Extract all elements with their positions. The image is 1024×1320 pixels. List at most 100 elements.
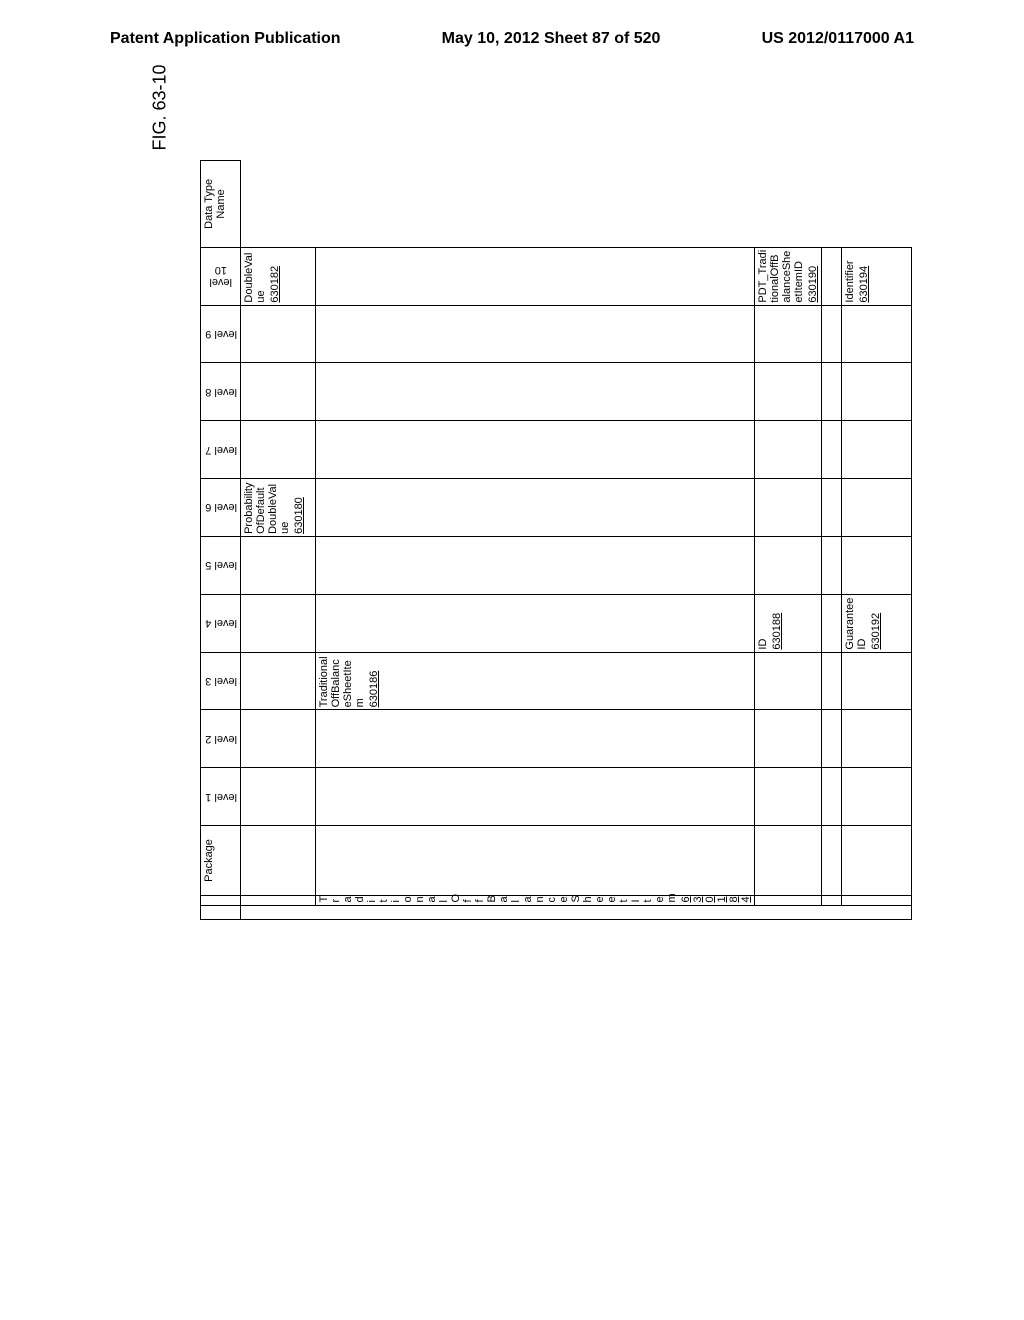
cell-l9 [316,363,755,421]
table-row [822,161,842,920]
cell-ref: 630184 [680,898,752,903]
table-row: ID 630188 PDT_TraditionalOffBalanceSheet… [755,161,822,920]
cell-l8 [842,421,912,479]
cell-l1 [241,826,316,896]
col-level2: level 2 [201,710,241,768]
cell-l6 [316,536,755,594]
cell-l9 [755,363,822,421]
cell-l2 [755,768,822,826]
cell-l3 [755,710,822,768]
cell-l3 [241,710,316,768]
col-package: Package [201,826,241,896]
cell-ref: 630188 [771,597,783,650]
cell-l10 [755,305,822,363]
cell-datatype: PDT_TraditionalOffBalanceSheetItemID 630… [755,247,822,305]
table-header-row: Package level 1 level 2 level 3 level 4 … [201,161,241,920]
cell-l3 [842,710,912,768]
pkg-pad-header [201,895,241,905]
cell-package [842,895,912,905]
col-level10: level 10 [201,247,241,305]
cell-l2 [822,768,842,826]
cell-l10 [316,305,755,363]
rotated-container: Package level 1 level 2 level 3 level 4 … [200,160,770,920]
col-level1: level 1 [201,768,241,826]
cell-l8 [755,421,822,479]
cell-text: GuaranteeID [844,598,868,650]
cell-l10 [822,305,842,363]
cell-ref: 630182 [269,250,281,303]
cell-package [755,895,822,905]
figure-label: FIG. 63-10 [150,64,171,150]
cell-l7 [842,479,912,537]
cell-ref: 630192 [870,597,882,650]
cell-l8 [316,421,755,479]
cell-package [241,895,316,905]
cell-ref: 630190 [807,250,819,303]
cell-l8 [241,421,316,479]
cell-l9 [241,363,316,421]
cell-l6 [822,536,842,594]
col-level9: level 9 [201,305,241,363]
cell-l5 [822,594,842,652]
cell-text: ID [757,639,769,650]
cell-text: Identifier [844,260,856,302]
pkg-pad-cell [241,905,912,919]
cell-l5 [316,594,755,652]
table-row: GuaranteeID 630192 Identifier 630194 [842,161,912,920]
cell-l9 [822,363,842,421]
cell-l4: TraditionalOffBalanceSheetItem 630186 [316,652,755,710]
cell-l1 [842,826,912,896]
cell-datatype [822,247,842,305]
col-datatype: Data Type Name [201,161,241,248]
cell-l4 [755,652,822,710]
cell-l5: GuaranteeID 630192 [842,594,912,652]
header-left: Patent Application Publication [110,30,341,48]
cell-package [822,895,842,905]
cell-l7 [316,479,755,537]
table-row: ProbabilityOfDefaultDoubleValue 630180 D… [241,161,316,920]
col-level3: level 3 [201,652,241,710]
header-center: May 10, 2012 Sheet 87 of 520 [442,30,661,48]
cell-l5 [241,594,316,652]
cell-l4 [842,652,912,710]
data-table: Package level 1 level 2 level 3 level 4 … [200,160,912,920]
cell-ref: 630186 [368,655,380,708]
cell-ref: 630180 [293,481,305,534]
cell-package: TraditionalOffBalanceSheetItem 630184 [316,895,755,905]
cell-l6 [755,536,822,594]
cell-ref: 630194 [858,250,870,303]
cell-l7 [755,479,822,537]
header-right: US 2012/0117000 A1 [762,30,914,48]
cell-l1 [316,826,755,896]
cell-l7 [822,479,842,537]
cell-l2 [842,768,912,826]
cell-l9 [842,363,912,421]
col-level8: level 8 [201,363,241,421]
cell-l3 [316,710,755,768]
cell-l6 [842,536,912,594]
cell-l3 [822,710,842,768]
col-level4: level 4 [201,594,241,652]
cell-l1 [755,826,822,896]
cell-l7: ProbabilityOfDefaultDoubleValue 630180 [241,479,316,537]
col-level7: level 7 [201,421,241,479]
col-level6: level 6 [201,479,241,537]
cell-l8 [822,421,842,479]
pkg-outer-cell [201,905,241,919]
cell-l2 [316,768,755,826]
cell-datatype: DoubleValue 630182 [241,247,316,305]
cell-l4 [822,652,842,710]
figure-wrapper: Package level 1 level 2 level 3 level 4 … [200,160,770,920]
cell-text: PDT_TraditionalOffBalanceSheetItemID [757,250,805,303]
cell-text: ProbabilityOfDefaultDoubleValue [243,483,291,534]
cell-l10 [842,305,912,363]
page-header: Patent Application Publication May 10, 2… [0,0,1024,58]
cell-l2 [241,768,316,826]
cell-l4 [241,652,316,710]
cell-datatype [316,247,755,305]
cell-l1 [822,826,842,896]
cell-datatype: Identifier 630194 [842,247,912,305]
cell-l5: ID 630188 [755,594,822,652]
cell-l6 [241,536,316,594]
cell-text: TraditionalOffBalanceSheetItem [318,656,366,707]
